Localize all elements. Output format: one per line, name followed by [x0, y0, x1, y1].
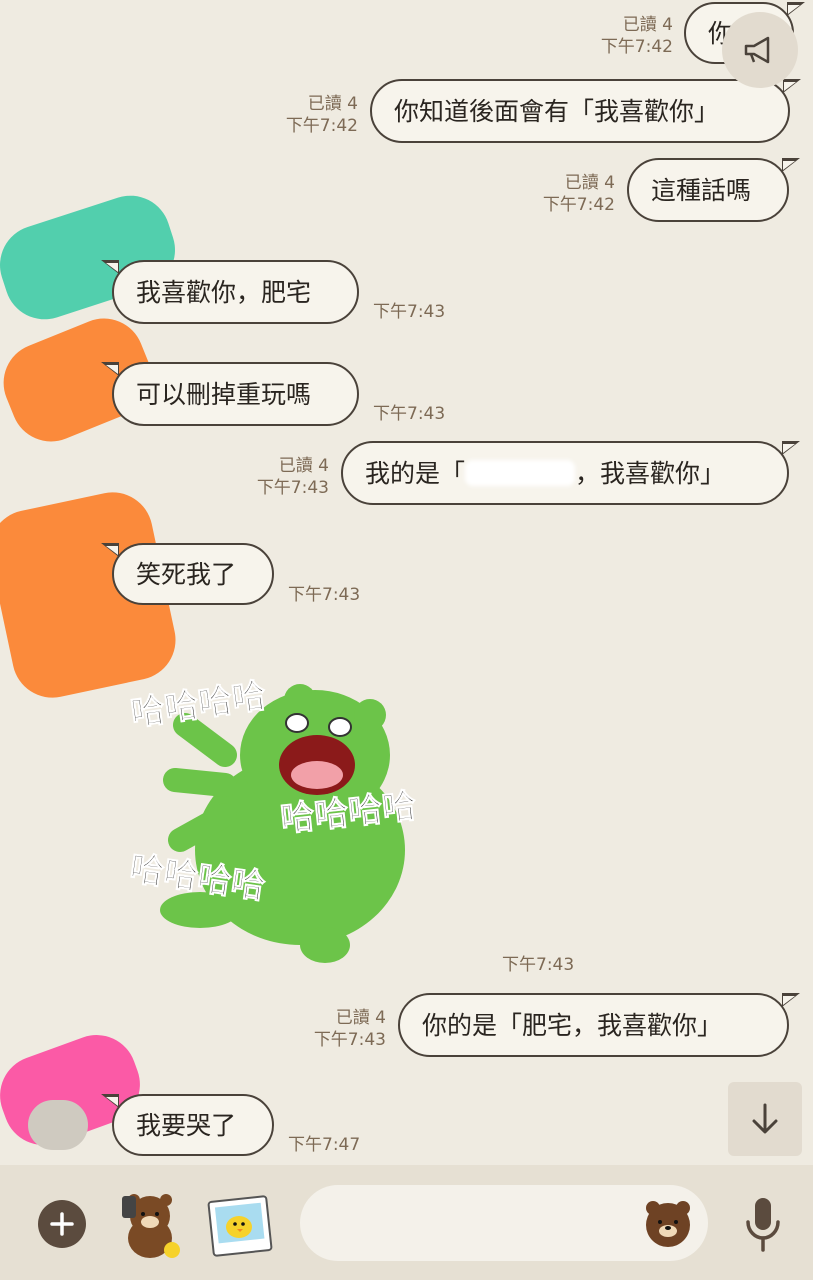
arrow-down-icon [752, 1103, 778, 1134]
message-text: 我要哭了 [136, 1110, 237, 1140]
message-bubble-out[interactable]: 你的是「肥宅，我喜歡你」 [398, 993, 800, 1057]
read-receipt: 已讀 4 下午7:42 [542, 173, 615, 215]
read-receipt: 已讀 4 下午7:42 [285, 94, 358, 136]
message-text: 可以刪掉重玩嗎 [136, 379, 312, 409]
scroll-down-button[interactable] [728, 1082, 802, 1156]
message-bubble-out[interactable]: 你知道後面會有「我喜歡你」 [370, 79, 801, 143]
message-time: 下午7:43 [373, 302, 446, 322]
message-text: 你知道後面會有「我喜歡你」 [394, 96, 720, 126]
emoji-button[interactable] [640, 1195, 696, 1251]
avatar[interactable] [28, 1100, 88, 1150]
message-time: 下午7:43 [288, 585, 361, 605]
bear-face-icon [646, 1201, 690, 1247]
add-button[interactable] [38, 1200, 86, 1248]
announcement-button[interactable] [722, 12, 798, 88]
microphone-icon [746, 1198, 780, 1252]
message-bubble-in[interactable]: 我喜歡你，肥宅 [101, 260, 359, 324]
message-text-before: 我的是「 [365, 458, 466, 488]
message-bubble-in[interactable]: 我要哭了 [101, 1094, 274, 1156]
sticker-shop-button[interactable] [112, 1186, 188, 1262]
message-bubble-in[interactable]: 笑死我了 [101, 543, 274, 605]
megaphone-icon [744, 36, 770, 64]
message-text: 笑死我了 [136, 559, 237, 589]
photo-icon [207, 1195, 273, 1257]
message-bubble-out[interactable]: 這種話嗎 [627, 158, 800, 222]
read-receipt: 已讀 4 下午7:43 [256, 456, 329, 498]
message-time: 下午7:43 [502, 955, 575, 975]
photo-button[interactable] [205, 1190, 275, 1260]
redacted-text [465, 460, 576, 486]
plus-icon [50, 1212, 74, 1236]
message-text: 這種話嗎 [651, 175, 752, 205]
message-text-after: ，我喜歡你」 [575, 458, 726, 488]
message-bubble-in[interactable]: 可以刪掉重玩嗎 [101, 362, 359, 426]
message-time: 下午7:47 [288, 1135, 361, 1155]
sticker[interactable]: 哈哈哈哈 哈哈哈哈 哈哈哈哈 [125, 655, 465, 965]
read-receipt: 已讀 4 下午7:42 [600, 15, 673, 57]
message-bubble-out[interactable]: 我的是「 ，我喜歡你」 [341, 441, 800, 505]
read-receipt: 已讀 4 下午7:43 [313, 1008, 386, 1050]
message-text: 你的是「肥宅，我喜歡你」 [422, 1010, 723, 1040]
bear-sticker-icon [122, 1194, 180, 1258]
message-time: 下午7:43 [373, 404, 446, 424]
mic-button[interactable] [735, 1192, 791, 1256]
message-text: 我喜歡你，肥宅 [136, 277, 312, 307]
